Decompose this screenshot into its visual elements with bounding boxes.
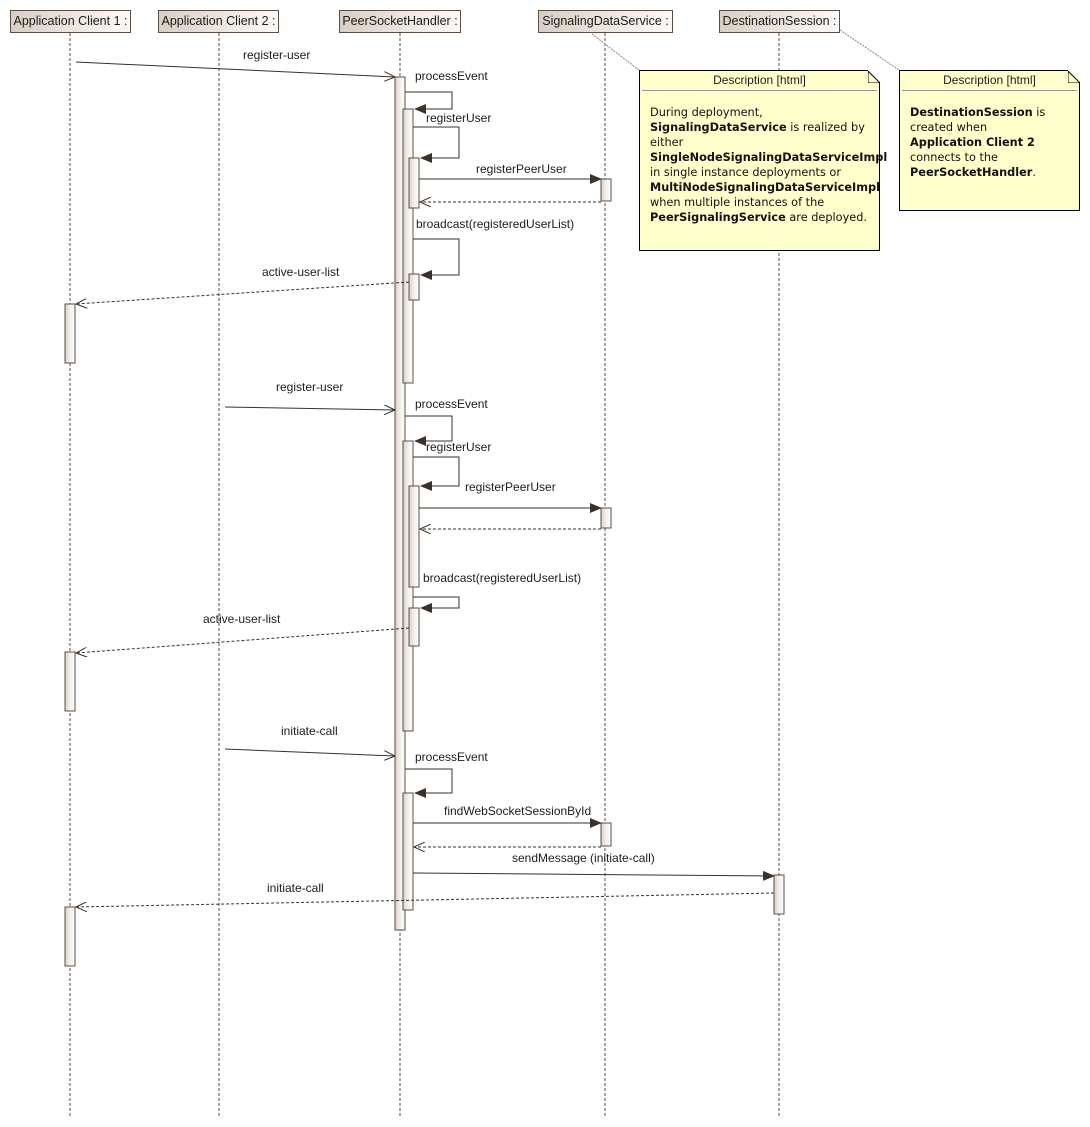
lifeline-application-client-1[interactable]: Application Client 1 : <box>10 10 131 33</box>
note-text: is realized by <box>786 121 865 134</box>
note-text: either <box>650 136 684 149</box>
note-line: During deployment, <box>650 105 869 120</box>
message-label[interactable]: sendMessage (initiate-call) <box>512 851 655 865</box>
activation-bar <box>64 303 76 364</box>
message-label[interactable]: broadcast(registeredUserList) <box>423 571 581 585</box>
note-text: . <box>1032 166 1036 179</box>
note-text: in single instance deployments or <box>650 166 841 179</box>
return-message-arrow <box>76 627 410 653</box>
note-line: PeerSignalingService are deployed. <box>650 210 869 225</box>
lifeline-signaling-data-service[interactable]: SignalingDataService : <box>538 10 673 33</box>
note-body: During deployment, SignalingDataService i… <box>640 91 887 225</box>
note-line: DestinationSession is <box>910 105 1069 120</box>
message-label[interactable]: processEvent <box>415 750 488 764</box>
note-bold-text: DestinationSession <box>910 106 1033 119</box>
note-text: created when <box>910 121 988 134</box>
async-message-arrow <box>224 748 395 756</box>
self-message-arrowhead <box>414 436 426 446</box>
activation-bar <box>402 108 414 384</box>
self-message-arrow <box>413 456 460 487</box>
activation-bar <box>408 157 420 209</box>
note-fold-corner <box>867 69 882 84</box>
note-text: when multiple instances of the <box>650 196 825 209</box>
note-bold-text: SignalingDataService <box>650 121 787 134</box>
self-message-arrow <box>405 415 453 442</box>
activation-bar <box>64 906 76 967</box>
message-label[interactable]: active-user-list <box>262 265 339 279</box>
message-label[interactable]: findWebSocketSessionById <box>444 804 591 818</box>
note-bold-text: PeerSocketHandler <box>910 166 1033 179</box>
lifeline-peer-socket-handler[interactable]: PeerSocketHandler : <box>339 10 461 33</box>
note-signaling-data-service[interactable]: Description [html] During deployment, Sig… <box>639 69 887 251</box>
self-message-arrowhead <box>414 104 426 114</box>
message-label[interactable]: registerPeerUser <box>465 480 556 494</box>
message-label[interactable]: broadcast(registeredUserList) <box>416 217 574 231</box>
async-message-arrow <box>224 407 395 410</box>
note-text: During deployment, <box>650 106 763 119</box>
note-line: when multiple instances of the <box>650 195 869 210</box>
message-label[interactable]: register-user <box>243 48 310 62</box>
message-label[interactable]: registerPeerUser <box>476 162 567 176</box>
note-fold-corner <box>1067 69 1082 84</box>
message-label[interactable]: initiate-call <box>281 724 338 738</box>
note-bold-text: Application Client 2 <box>910 136 1035 149</box>
self-message-arrowhead <box>420 481 432 491</box>
activation-bar <box>408 607 420 647</box>
activation-bar <box>402 792 414 911</box>
message-label[interactable]: registerUser <box>426 440 491 454</box>
note-line: Application Client 2 <box>910 135 1069 150</box>
message-label[interactable]: initiate-call <box>267 881 324 895</box>
async-message-arrow <box>75 61 395 77</box>
note-line: connects to the <box>910 150 1069 165</box>
note-line: created when <box>910 120 1069 135</box>
self-message-arrow <box>405 768 453 794</box>
activation-bar <box>600 178 612 202</box>
return-message-arrow <box>76 281 410 304</box>
lifeline-application-client-2[interactable]: Application Client 2 : <box>158 10 279 33</box>
message-label[interactable]: processEvent <box>415 69 488 83</box>
note-body: DestinationSession is created when Applica… <box>900 91 1079 180</box>
self-message-arrow <box>413 126 460 159</box>
note-title: Description [html] <box>642 71 877 91</box>
activation-bar <box>64 651 76 712</box>
activation-bar <box>600 822 612 847</box>
note-title: Description [html] <box>902 71 1077 91</box>
message-label[interactable]: active-user-list <box>203 612 280 626</box>
note-bold-text: SingleNodeSignalingDataServiceImpl <box>650 151 888 164</box>
note-connector <box>839 29 900 71</box>
activation-bar <box>408 273 420 301</box>
sync-message-arrow <box>412 870 775 881</box>
activation-bar <box>773 874 785 915</box>
return-message-arrow <box>76 892 775 907</box>
activation-bar <box>600 507 612 529</box>
note-line: either <box>650 135 869 150</box>
note-line: in single instance deployments or <box>650 165 869 180</box>
note-line: PeerSocketHandler. <box>910 165 1069 180</box>
message-label[interactable]: registerUser <box>426 111 491 125</box>
self-message-arrowhead <box>420 270 432 280</box>
activation-bar <box>408 485 420 588</box>
note-connector <box>591 33 640 71</box>
self-message-arrow <box>413 238 460 276</box>
note-bold-text: PeerSignalingService <box>650 211 786 224</box>
note-line: SingleNodeSignalingDataServiceImpl <box>650 150 887 165</box>
note-line: SignalingDataService is realized by <box>650 120 869 135</box>
note-line: MultiNodeSignalingDataServiceImpl <box>650 180 880 195</box>
lifeline-destination-session[interactable]: DestinationSession : <box>719 10 840 33</box>
note-text: is <box>1032 106 1046 119</box>
message-label[interactable]: processEvent <box>415 397 488 411</box>
self-message-arrow <box>413 596 460 609</box>
message-label[interactable]: register-user <box>276 380 343 394</box>
note-text: connects to the <box>910 151 998 164</box>
self-message-arrow <box>405 91 453 110</box>
self-message-arrowhead <box>420 603 432 613</box>
note-destination-session[interactable]: Description [html] DestinationSession is… <box>899 69 1082 211</box>
note-bold-text: MultiNodeSignalingDataServiceImpl <box>650 181 880 194</box>
self-message-arrowhead <box>420 153 432 163</box>
self-message-arrowhead <box>414 788 426 798</box>
note-text: are deployed. <box>785 211 867 224</box>
